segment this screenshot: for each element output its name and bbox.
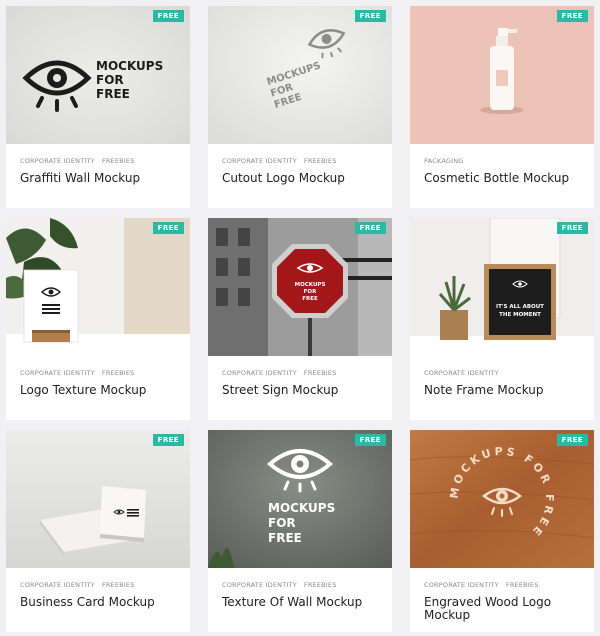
- category-link[interactable]: FREEBIES: [304, 581, 337, 589]
- card-title[interactable]: Graffiti Wall Mockup: [20, 172, 176, 185]
- category-link[interactable]: CORPORATE IDENTITY: [222, 369, 297, 377]
- free-badge: FREE: [556, 434, 588, 446]
- card-title[interactable]: Engraved Wood Logo Mockup: [424, 596, 580, 622]
- mockup-card[interactable]: FREE MOCKUPS FOR FREE CORPORATE IDENTITY: [208, 6, 392, 208]
- card-title[interactable]: Note Frame Mockup: [424, 384, 580, 397]
- svg-text:FREE: FREE: [302, 296, 318, 302]
- business-card-image: [6, 430, 190, 568]
- mockup-card[interactable]: FREE MOCKUPS FOR FREE CORPORATE IDENTITY…: [208, 430, 392, 632]
- street-sign-image: MOCKUPS FOR FREE: [208, 218, 392, 356]
- svg-text:FOR: FOR: [96, 73, 124, 87]
- category-link[interactable]: FREEBIES: [102, 369, 135, 377]
- card-title[interactable]: Logo Texture Mockup: [20, 384, 176, 397]
- svg-text:FREE: FREE: [268, 531, 302, 545]
- category-link[interactable]: CORPORATE IDENTITY: [20, 369, 95, 377]
- mockup-card[interactable]: FREE CORPORATE IDENTITY FREEBIES Logo Te…: [6, 218, 190, 420]
- mockup-card[interactable]: FREE PACKAGING Cosmetic Bottle Mockup: [410, 6, 594, 208]
- category-link[interactable]: FREEBIES: [304, 157, 337, 165]
- svg-text:FREE: FREE: [96, 87, 130, 101]
- card-title[interactable]: Cutout Logo Mockup: [222, 172, 378, 185]
- mockup-card[interactable]: FREE CORPORATE IDENTITY FREEBIES Busines…: [6, 430, 190, 632]
- free-badge: FREE: [152, 10, 184, 22]
- category-link[interactable]: FREEBIES: [102, 157, 135, 165]
- mockup-card[interactable]: FREE MOCKUPS FOR FREE CORPORATE IDENTITY…: [208, 218, 392, 420]
- card-categories: CORPORATE IDENTITY FREEBIES: [20, 581, 176, 589]
- card-categories: CORPORATE IDENTITY FREEBIES: [222, 581, 378, 589]
- category-link[interactable]: FREEBIES: [506, 581, 539, 589]
- svg-text:IT'S ALL ABOUT: IT'S ALL ABOUT: [496, 304, 544, 310]
- logo-texture-image: [6, 218, 190, 356]
- free-badge: FREE: [556, 222, 588, 234]
- cosmetic-bottle-image: [410, 6, 594, 144]
- card-thumbnail[interactable]: FREE MOCKUPS FOR FREE: [6, 6, 190, 144]
- category-link[interactable]: PACKAGING: [424, 157, 464, 165]
- svg-text:MOCKUPS: MOCKUPS: [268, 501, 335, 515]
- card-categories: CORPORATE IDENTITY FREEBIES: [20, 369, 176, 377]
- category-link[interactable]: CORPORATE IDENTITY: [20, 581, 95, 589]
- mockup-card[interactable]: FREE MOCKUPS FOR FREE CORPORATE IDENTITY…: [410, 430, 594, 632]
- card-categories: PACKAGING: [424, 157, 580, 165]
- card-thumbnail[interactable]: FREE: [6, 430, 190, 568]
- mockup-card[interactable]: FREE IT'S ALL ABOUT THE MOMENT CORPORATE…: [410, 218, 594, 420]
- card-categories: CORPORATE IDENTITY FREEBIES: [222, 157, 378, 165]
- card-thumbnail[interactable]: FREE IT'S ALL ABOUT THE MOMENT: [410, 218, 594, 356]
- card-categories: CORPORATE IDENTITY FREEBIES: [20, 157, 176, 165]
- category-link[interactable]: FREEBIES: [304, 369, 337, 377]
- card-thumbnail[interactable]: FREE MOCKUPS FOR FREE: [208, 218, 392, 356]
- card-thumbnail[interactable]: FREE: [410, 6, 594, 144]
- svg-text:MOCKUPS: MOCKUPS: [96, 59, 163, 73]
- mockup-grid: FREE MOCKUPS FOR FREE CORPORATE IDENTITY…: [6, 6, 594, 632]
- mockup-card[interactable]: FREE MOCKUPS FOR FREE CORPORATE IDENTITY…: [6, 6, 190, 208]
- card-thumbnail[interactable]: FREE MOCKUPS FOR FREE: [410, 430, 594, 568]
- free-badge: FREE: [152, 434, 184, 446]
- svg-text:THE MOMENT: THE MOMENT: [499, 312, 541, 318]
- category-link[interactable]: CORPORATE IDENTITY: [20, 157, 95, 165]
- free-badge: FREE: [354, 10, 386, 22]
- free-badge: FREE: [354, 434, 386, 446]
- engraved-wood-image: MOCKUPS FOR FREE: [410, 430, 594, 568]
- category-link[interactable]: CORPORATE IDENTITY: [424, 369, 499, 377]
- card-categories: CORPORATE IDENTITY FREEBIES: [222, 369, 378, 377]
- svg-text:FOR: FOR: [268, 516, 296, 530]
- free-badge: FREE: [152, 222, 184, 234]
- card-title[interactable]: Street Sign Mockup: [222, 384, 378, 397]
- category-link[interactable]: CORPORATE IDENTITY: [222, 157, 297, 165]
- card-categories: CORPORATE IDENTITY: [424, 369, 580, 377]
- eye-logo-cutout: MOCKUPS FOR FREE: [208, 6, 392, 144]
- card-title[interactable]: Cosmetic Bottle Mockup: [424, 172, 580, 185]
- card-title[interactable]: Texture Of Wall Mockup: [222, 596, 378, 609]
- category-link[interactable]: CORPORATE IDENTITY: [222, 581, 297, 589]
- card-categories: CORPORATE IDENTITY FREEBIES: [424, 581, 580, 589]
- card-thumbnail[interactable]: FREE MOCKUPS FOR FREE: [208, 430, 392, 568]
- svg-text:MOCKUPS: MOCKUPS: [295, 282, 326, 288]
- note-frame-image: IT'S ALL ABOUT THE MOMENT: [410, 218, 594, 356]
- card-title[interactable]: Business Card Mockup: [20, 596, 176, 609]
- category-link[interactable]: CORPORATE IDENTITY: [424, 581, 499, 589]
- free-badge: FREE: [354, 222, 386, 234]
- free-badge: FREE: [556, 10, 588, 22]
- texture-wall-image: MOCKUPS FOR FREE: [208, 430, 392, 568]
- category-link[interactable]: FREEBIES: [102, 581, 135, 589]
- svg-text:FOR: FOR: [304, 289, 317, 295]
- card-thumbnail[interactable]: FREE: [6, 218, 190, 356]
- card-thumbnail[interactable]: FREE MOCKUPS FOR FREE: [208, 6, 392, 144]
- eye-logo-graffiti: MOCKUPS FOR FREE: [6, 6, 190, 144]
